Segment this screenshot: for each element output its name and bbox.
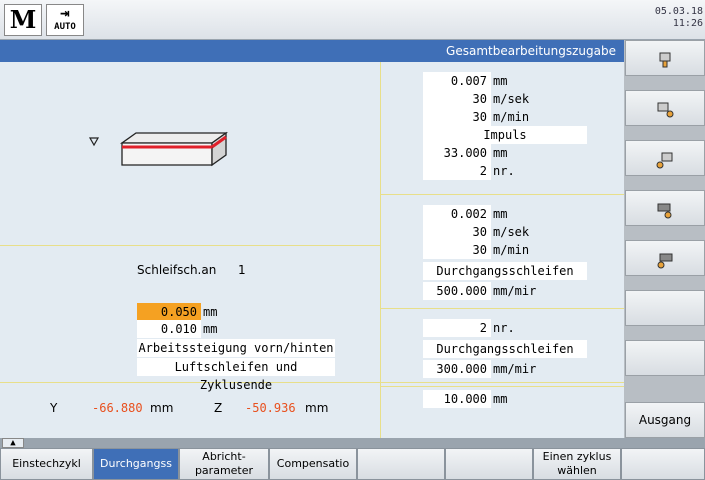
param-8-value[interactable]: 30 xyxy=(423,223,491,241)
scroll-up-icon[interactable]: ▲ xyxy=(2,438,24,448)
param-15-value[interactable]: 10.000 xyxy=(423,390,491,408)
param-7-unit: mm xyxy=(493,207,508,221)
softkey-empty-1[interactable] xyxy=(625,290,705,326)
param-1-unit: mm xyxy=(493,74,508,88)
auto-label: AUTO xyxy=(54,22,76,32)
param-2-value[interactable]: 30 xyxy=(423,90,491,108)
param-9-unit: m/min xyxy=(493,243,530,257)
time-text: 11:26 xyxy=(672,18,703,29)
unit-feed: mm xyxy=(203,322,218,336)
main-panel: Gesamtbearbeitungszugabe Schleifsch.an 1… xyxy=(0,40,624,438)
tab-plunge-cycle[interactable]: Einstechzykl xyxy=(0,448,93,480)
tab-dressing-parameters[interactable]: Abricht- parameter xyxy=(179,448,269,480)
vertical-softkey-bar: Ausgang xyxy=(624,40,705,438)
param-5-unit: mm xyxy=(493,146,508,160)
softkey-allowance-total[interactable] xyxy=(625,40,705,76)
tab-compensation[interactable]: Compensatio xyxy=(269,448,357,480)
y-axis-label: Y xyxy=(50,401,58,415)
param-9-value[interactable]: 30 xyxy=(423,241,491,259)
softkey-allowance-side[interactable] xyxy=(625,90,705,126)
tab-through-grinding[interactable]: Durchgangss xyxy=(93,448,179,480)
param-1-value[interactable]: 0.007 xyxy=(423,72,491,90)
divider-right-1 xyxy=(380,194,624,195)
param-3-unit: m/min xyxy=(493,110,530,124)
datetime-display: 05.03.18 11:26 xyxy=(655,6,703,30)
tab-select-cycle[interactable]: Einen zyklus wählen xyxy=(533,448,621,480)
tab-empty-1[interactable] xyxy=(357,448,445,480)
page-title: Gesamtbearbeitungszugabe xyxy=(0,40,624,62)
grinding-tool-icon xyxy=(659,52,671,68)
divider-right-2 xyxy=(380,308,624,309)
input-allowance[interactable]: 0.050 xyxy=(137,303,201,321)
param-14-unit: mm/mir xyxy=(493,362,537,376)
workpiece-diagram xyxy=(88,131,229,167)
input-feed[interactable]: 0.010 xyxy=(137,320,201,338)
softkey-allowance-front[interactable] xyxy=(625,140,705,176)
grinding-side-icon xyxy=(657,102,674,118)
param-7-value[interactable]: 0.002 xyxy=(423,205,491,223)
wheel-label: Schleifsch.an xyxy=(137,263,217,277)
param-12-value[interactable]: 2 xyxy=(423,319,491,337)
param-6-value[interactable]: 2 xyxy=(423,162,491,180)
param-3-value[interactable]: 30 xyxy=(423,108,491,126)
top-header: M ⇥ AUTO 05.03.18 11:26 xyxy=(0,0,705,40)
dressing-left-icon xyxy=(657,253,673,269)
softkey-allowance-left[interactable] xyxy=(625,240,705,276)
divider-bottom xyxy=(0,382,624,383)
y-position-value: -66.880 xyxy=(92,401,143,415)
divider-right-3 xyxy=(380,386,624,387)
param-8-unit: m/sek xyxy=(493,225,530,239)
softkey-empty-2[interactable] xyxy=(625,340,705,376)
unit-allowance: mm xyxy=(203,305,218,319)
param-13-select[interactable]: Durchgangsschleifen xyxy=(423,340,587,358)
softkey-allowance-right[interactable] xyxy=(625,190,705,226)
param-10-select[interactable]: Durchgangsschleifen xyxy=(423,262,587,280)
param-12-unit: nr. xyxy=(493,321,515,335)
wheel-number: 1 xyxy=(238,263,246,277)
param-6-unit: nr. xyxy=(493,164,515,178)
select-work-pitch[interactable]: Arbeitssteigung vorn/hinten xyxy=(137,339,335,357)
y-position-unit: mm xyxy=(150,401,174,415)
grinding-wheel-marker-icon xyxy=(88,137,100,147)
param-15-unit: mm xyxy=(493,392,508,406)
param-11-value[interactable]: 500.000 xyxy=(423,282,491,300)
tab-empty-2[interactable] xyxy=(445,448,533,480)
z-position-unit: mm xyxy=(305,401,329,415)
param-14-value[interactable]: 300.000 xyxy=(423,360,491,378)
exit-button[interactable]: Ausgang xyxy=(625,402,705,438)
horizontal-softkey-bar: ▲ Einstechzykl Durchgangss Abricht- para… xyxy=(0,438,705,480)
divider-left-1 xyxy=(0,245,380,246)
select-cycle-end[interactable]: Luftschleifen und Zyklusende xyxy=(137,358,335,392)
date-text: 05.03.18 xyxy=(654,6,703,17)
auto-arrow-icon: ⇥ xyxy=(60,3,70,22)
auto-mode-button[interactable]: ⇥ AUTO xyxy=(46,4,84,36)
param-2-unit: m/sek xyxy=(493,92,530,106)
z-axis-label: Z xyxy=(214,401,223,415)
machine-mode-logo[interactable]: M xyxy=(4,4,42,36)
grinding-front-icon xyxy=(656,152,673,169)
param-4-select[interactable]: Impuls xyxy=(423,126,587,144)
tab-empty-3[interactable] xyxy=(621,448,705,480)
param-11-unit: mm/mir xyxy=(493,284,537,298)
z-position-value: -50.936 xyxy=(245,401,296,415)
dressing-right-icon xyxy=(657,203,672,219)
param-5-value[interactable]: 33.000 xyxy=(423,144,491,162)
